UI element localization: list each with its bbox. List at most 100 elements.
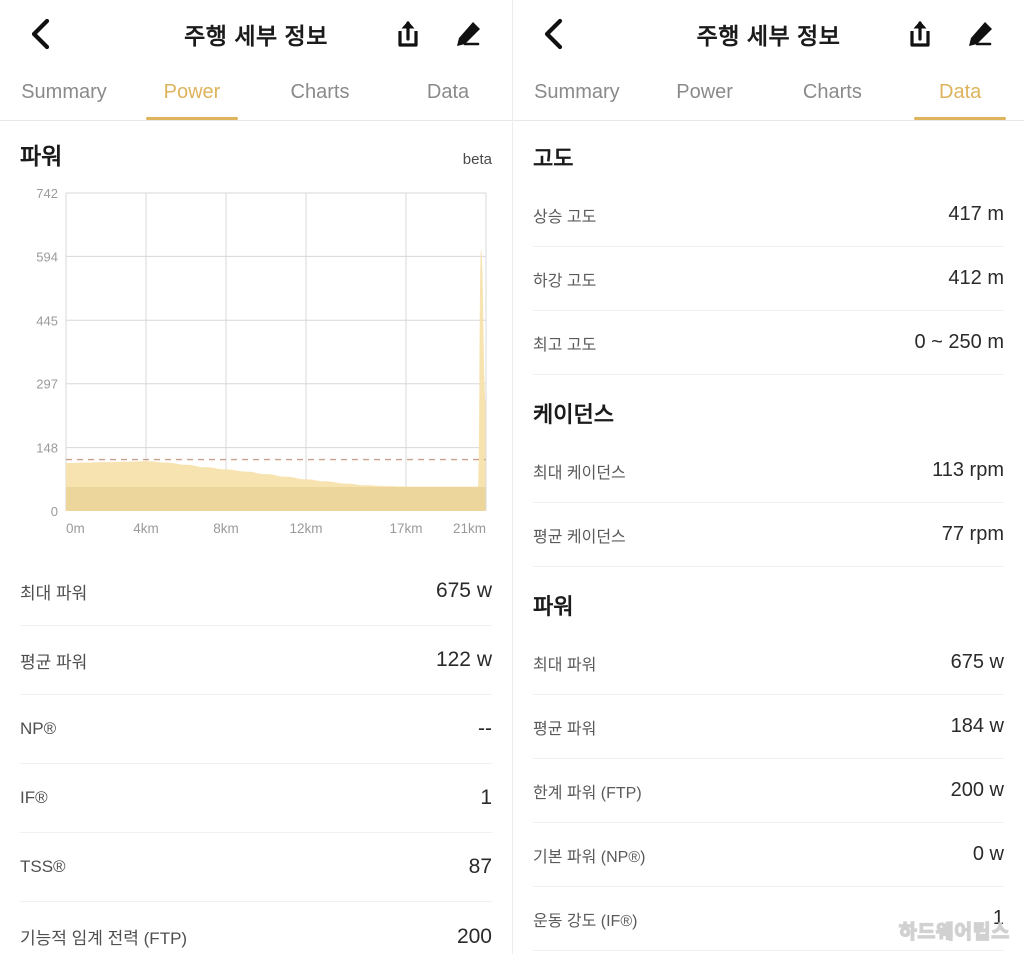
data-row[interactable]: 한계 파워 (FTP) 200 w bbox=[533, 759, 1004, 823]
left-stat-list: 최대 파워 675 w 평균 파워 122 w NP® -- IF® 1 TSS… bbox=[0, 557, 512, 954]
data-label: 최대 파워 bbox=[533, 656, 597, 674]
x-axis-tick-label: 17km bbox=[389, 521, 422, 536]
y-axis-tick-label: 445 bbox=[36, 313, 58, 328]
section-title-power: 파워 bbox=[533, 594, 574, 619]
share-icon bbox=[398, 21, 418, 47]
data-value: 200 w bbox=[950, 779, 1004, 801]
left-toolbar-actions bbox=[392, 18, 492, 50]
pencil-icon bbox=[457, 22, 480, 46]
data-row[interactable]: 상승 고도 417 m bbox=[533, 183, 1004, 247]
stat-value: 122 w bbox=[435, 648, 492, 671]
watermark: 하드웨어팁스 bbox=[898, 921, 1010, 944]
data-row[interactable]: 최대 케이던스 113 rpm bbox=[533, 439, 1004, 503]
power-area-upper bbox=[66, 249, 486, 511]
stat-row[interactable]: IF® 1 bbox=[20, 764, 492, 833]
data-row[interactable]: 기본 파워 (NP®) 0 w bbox=[533, 823, 1004, 887]
left-top-bar: 주행 세부 정보 bbox=[0, 0, 512, 68]
share-icon bbox=[910, 21, 930, 47]
data-label: 하강 고도 bbox=[533, 272, 597, 290]
tab-charts[interactable]: Charts bbox=[769, 68, 897, 120]
data-row[interactable]: 하강 고도 412 m bbox=[533, 247, 1004, 311]
data-label: 평균 케이던스 bbox=[533, 528, 626, 546]
stat-row[interactable]: NP® -- bbox=[20, 695, 492, 764]
data-row[interactable]: 최고 고도 0 ~ 250 m bbox=[533, 311, 1004, 375]
tab-data[interactable]: Data bbox=[896, 68, 1024, 120]
right-toolbar-actions bbox=[904, 18, 1004, 50]
right-panel: 주행 세부 정보 Summary Power Charts Data 고도 상승… bbox=[512, 0, 1024, 954]
data-label: 한계 파워 (FTP) bbox=[533, 784, 642, 802]
tab-data[interactable]: Data bbox=[384, 68, 512, 120]
data-row[interactable]: 최대 파워 675 w bbox=[533, 631, 1004, 695]
stat-value: -- bbox=[478, 717, 492, 740]
stat-value: 200 bbox=[456, 924, 492, 948]
power-chart-container[interactable]: 0 148 297 445 594 742 0m 4km 8km 12km 17km 21km bbox=[0, 171, 512, 557]
tab-power[interactable]: Power bbox=[128, 68, 256, 120]
chevron-left-icon bbox=[544, 18, 563, 50]
tab-power[interactable]: Power bbox=[641, 68, 769, 120]
y-axis-tick-label: 297 bbox=[36, 377, 58, 392]
data-value: 0 ~ 250 m bbox=[914, 331, 1004, 353]
data-row[interactable]: 평균 케이던스 77 rpm bbox=[533, 503, 1004, 567]
right-data-list: 고도 상승 고도 417 m 하강 고도 412 m 최고 고도 0 ~ 250… bbox=[513, 121, 1024, 954]
stat-value: 87 bbox=[468, 855, 492, 878]
y-axis-tick-label: 0 bbox=[51, 504, 58, 519]
section-title-cadence: 케이던스 bbox=[533, 402, 614, 427]
right-tab-bar[interactable]: Summary Power Charts Data bbox=[513, 68, 1024, 121]
data-label: 평균 파워 bbox=[533, 720, 597, 738]
edit-button[interactable] bbox=[964, 18, 996, 50]
stat-row[interactable]: 최대 파워 675 w bbox=[20, 557, 492, 626]
data-value: 675 w bbox=[950, 651, 1004, 673]
x-axis-tick-label: 0m bbox=[66, 521, 85, 536]
data-value: 113 rpm bbox=[932, 459, 1004, 481]
chart-header: 파워 beta bbox=[0, 121, 512, 171]
right-top-bar: 주행 세부 정보 bbox=[513, 0, 1024, 68]
stat-value: 675 w bbox=[435, 579, 492, 602]
tab-charts[interactable]: Charts bbox=[256, 68, 384, 120]
section-title-elevation: 고도 bbox=[533, 146, 574, 171]
data-value: 77 rpm bbox=[941, 523, 1004, 545]
dual-screenshot-container: 주행 세부 정보 Summary Power Charts Data 파워 be… bbox=[0, 0, 1024, 954]
data-label: 최대 케이던스 bbox=[533, 464, 626, 482]
data-value: 412 m bbox=[948, 267, 1004, 289]
back-button[interactable] bbox=[20, 14, 60, 54]
tab-summary[interactable]: Summary bbox=[513, 68, 641, 120]
tab-summary[interactable]: Summary bbox=[0, 68, 128, 120]
power-area-lower bbox=[66, 487, 486, 511]
data-value: 417 m bbox=[948, 203, 1004, 225]
y-axis-tick-label: 148 bbox=[36, 441, 58, 456]
stat-label: NP® bbox=[20, 719, 57, 738]
pencil-icon bbox=[969, 22, 992, 46]
y-axis-tick-label: 742 bbox=[36, 186, 58, 201]
data-value: 184 w bbox=[950, 715, 1004, 737]
stat-label: 최대 파워 bbox=[20, 583, 88, 603]
stat-label: 평균 파워 bbox=[20, 652, 88, 672]
x-axis-tick-label: 4km bbox=[133, 521, 159, 536]
x-axis-tick-label: 21km bbox=[453, 521, 486, 536]
x-axis-tick-label: 12km bbox=[289, 521, 322, 536]
y-axis-tick-label: 594 bbox=[36, 249, 58, 264]
power-area-chart: 0 148 297 445 594 742 0m 4km 8km 12km 17km 21km bbox=[36, 186, 487, 536]
edit-button[interactable] bbox=[452, 18, 484, 50]
x-axis-tick-label: 8km bbox=[213, 521, 239, 536]
stat-label: TSS® bbox=[20, 857, 66, 876]
share-button[interactable] bbox=[904, 18, 936, 50]
stat-label: 기능적 임계 전력 (FTP) bbox=[20, 929, 188, 948]
stat-label: IF® bbox=[20, 788, 48, 807]
data-label: 기본 파워 (NP®) bbox=[533, 848, 646, 866]
data-label: 최고 고도 bbox=[533, 336, 597, 354]
back-button[interactable] bbox=[533, 14, 573, 54]
data-row[interactable]: 평균 파워 184 w bbox=[533, 695, 1004, 759]
share-button[interactable] bbox=[392, 18, 424, 50]
data-label: 상승 고도 bbox=[533, 208, 597, 226]
data-label: 운동 강도 (IF®) bbox=[533, 912, 638, 930]
left-tab-bar[interactable]: Summary Power Charts Data bbox=[0, 68, 512, 121]
stat-row[interactable]: 기능적 임계 전력 (FTP) 200 bbox=[20, 902, 492, 954]
stat-value: 1 bbox=[480, 786, 492, 809]
beta-badge: beta bbox=[462, 151, 492, 168]
stat-row[interactable]: 평균 파워 122 w bbox=[20, 626, 492, 695]
stat-row[interactable]: TSS® 87 bbox=[20, 833, 492, 902]
chart-title: 파워 bbox=[20, 143, 63, 169]
chevron-left-icon bbox=[31, 18, 50, 50]
left-panel: 주행 세부 정보 Summary Power Charts Data 파워 be… bbox=[0, 0, 512, 954]
data-value: 0 w bbox=[972, 843, 1004, 865]
